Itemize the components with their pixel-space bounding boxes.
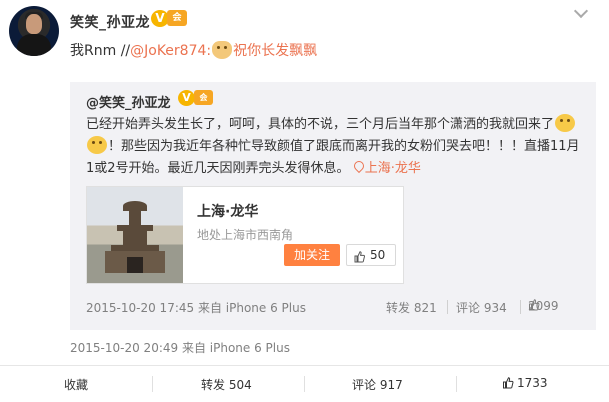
location-pin-icon bbox=[354, 161, 363, 173]
avatar-face bbox=[26, 14, 42, 34]
favorite-button[interactable]: 收藏 bbox=[64, 376, 88, 393]
thumbs-up-icon bbox=[354, 249, 365, 263]
divider bbox=[152, 376, 153, 392]
post-content: 我Rnm //@JoKer874: 祝你长发飘飘 bbox=[70, 40, 317, 60]
post-time-source[interactable]: 2015-10-20 20:49 来自 iPhone 6 Plus bbox=[70, 339, 290, 356]
retweet-comment[interactable]: 评论 934 bbox=[456, 299, 507, 316]
retweet-text: 已经开始弄头发生长了，呵呵，具体的不说，三个月后当年那个潇洒的我就回来了 ！那些因… bbox=[86, 114, 582, 180]
avatar[interactable] bbox=[9, 6, 59, 56]
location-link[interactable]: 上海·龙华 bbox=[354, 161, 421, 176]
location-card-description: 地处上海市西南角 bbox=[197, 228, 294, 242]
cat-face-icon bbox=[212, 41, 233, 59]
retweet-verified-badge-icon: V bbox=[178, 90, 195, 106]
location-tag: 上海·龙华 bbox=[364, 161, 421, 176]
divider bbox=[447, 300, 448, 314]
retweet-vip-badge-icon: 会 bbox=[194, 90, 213, 105]
divider bbox=[456, 376, 457, 392]
vip-badge-icon: 会 bbox=[167, 10, 187, 26]
repost-button[interactable]: 转发 504 bbox=[201, 376, 252, 393]
retweet-repost[interactable]: 转发 821 bbox=[386, 299, 437, 316]
post-footer: 收藏 转发 504 评论 917 1733 bbox=[0, 365, 609, 402]
post-content-prefix: 我Rnm // bbox=[70, 43, 131, 59]
retweet-time-source[interactable]: 2015-10-20 17:45 来自 iPhone 6 Plus bbox=[86, 299, 306, 316]
divider bbox=[304, 376, 305, 392]
comment-button[interactable]: 评论 917 bbox=[352, 376, 403, 393]
chevron-down-icon[interactable] bbox=[574, 6, 588, 20]
card-like-count: 50 bbox=[370, 248, 386, 262]
retweet-text-part2: ！那些因为我近年各种忙导致颜值了跟底而离开我的女粉们哭去吧！！！直播11月1或2… bbox=[86, 139, 580, 176]
card-like-button[interactable]: 50 bbox=[346, 244, 396, 266]
retweet-box: @笑笑_孙亚龙 V 会 已经开始弄头发生长了，呵呵，具体的不说，三个月后当年那个… bbox=[70, 82, 596, 330]
mention-link[interactable]: @JoKer874: bbox=[130, 43, 211, 59]
location-card-title: 上海·龙华 bbox=[197, 204, 259, 220]
location-card-image bbox=[87, 187, 183, 283]
retweet-author[interactable]: @笑笑_孙亚龙 bbox=[86, 92, 171, 111]
smiley-icon bbox=[87, 136, 107, 154]
like-count: 1733 bbox=[517, 376, 548, 390]
divider bbox=[520, 300, 521, 314]
follow-button[interactable]: 加关注 bbox=[284, 244, 340, 266]
retweet-text-part1: 已经开始弄头发生长了，呵呵，具体的不说，三个月后当年那个潇洒的我就回来了 bbox=[86, 117, 555, 132]
avatar-body bbox=[17, 34, 51, 56]
post-username[interactable]: 笑笑_孙亚龙 bbox=[70, 12, 150, 32]
like-button[interactable]: 1733 bbox=[502, 376, 548, 390]
thumbs-up-icon bbox=[502, 377, 514, 389]
post-content-suffix: 祝你长发飘飘 bbox=[233, 43, 318, 59]
location-card[interactable]: 上海·龙华 地处上海市西南角 加关注 50 bbox=[86, 186, 404, 284]
retweet-like-count: 2099 bbox=[528, 299, 559, 313]
smiley-icon bbox=[555, 114, 576, 132]
